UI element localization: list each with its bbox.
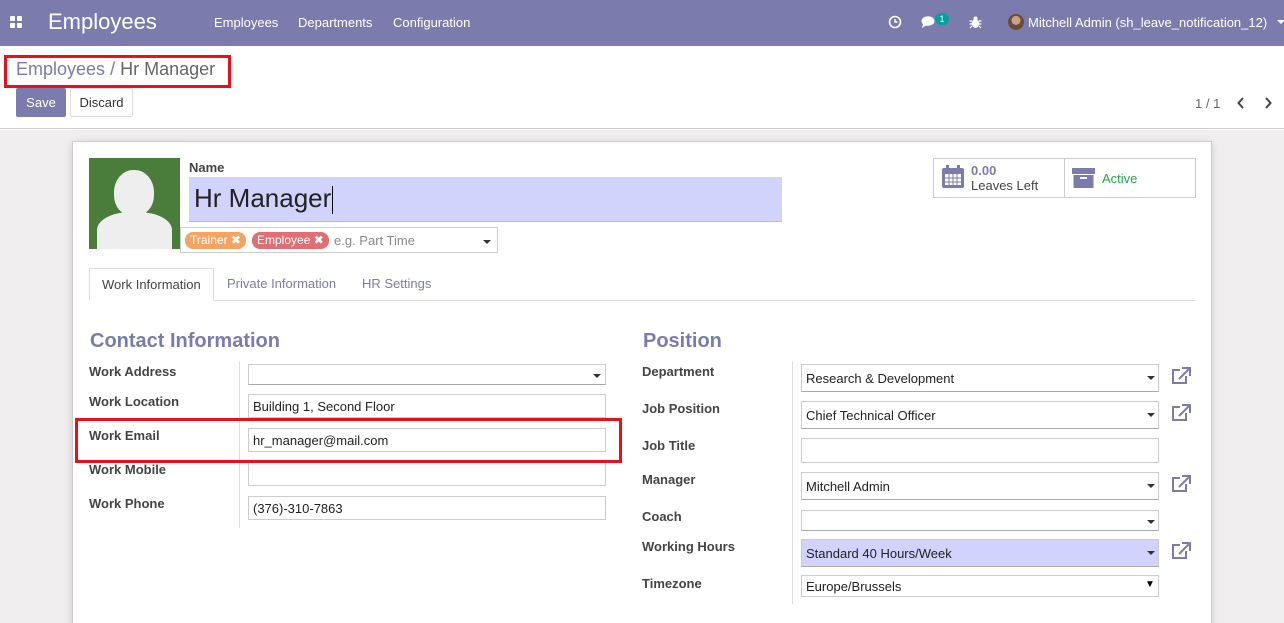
- menu-configuration[interactable]: Configuration: [393, 15, 470, 30]
- work-phone-label: Work Phone: [89, 496, 165, 511]
- top-navbar: Employees Employees Departments Configur…: [0, 0, 1284, 46]
- discard-button[interactable]: Discard: [70, 88, 133, 117]
- work-mobile-input[interactable]: [248, 462, 606, 486]
- name-label: Name: [189, 160, 225, 175]
- user-menu[interactable]: Mitchell Admin (sh_leave_notification_12…: [1028, 15, 1267, 30]
- user-avatar[interactable]: [1008, 14, 1024, 30]
- work-email-highlight: [75, 418, 622, 463]
- tags-placeholder: e.g. Part Time: [334, 233, 415, 248]
- external-link-icon[interactable]: [1171, 542, 1191, 560]
- tag-trainer: Trainer ✖: [185, 232, 246, 249]
- chevron-down-icon[interactable]: [1147, 484, 1155, 488]
- archive-icon[interactable]: [1072, 168, 1095, 188]
- user-menu-caret-icon[interactable]: [1277, 20, 1284, 24]
- menu-departments[interactable]: Departments: [298, 15, 372, 30]
- position-title: Position: [643, 330, 722, 352]
- manager-label: Manager: [642, 472, 696, 487]
- tags-field[interactable]: Trainer ✖ Employee ✖ e.g. Part Time: [180, 227, 498, 253]
- tab-hr-settings[interactable]: HR Settings: [350, 268, 443, 301]
- external-link-icon[interactable]: [1171, 404, 1191, 422]
- coach-label: Coach: [642, 509, 682, 524]
- work-address-label: Work Address: [89, 364, 177, 379]
- leaves-left-label[interactable]: Leaves Left: [971, 178, 1038, 193]
- tab-work-information[interactable]: Work Information: [89, 268, 214, 301]
- coach-select[interactable]: [801, 510, 1159, 531]
- chevron-down-icon[interactable]: [1147, 376, 1155, 380]
- work-location-input[interactable]: Building 1, Second Floor: [248, 394, 606, 418]
- job-position-label: Job Position: [642, 401, 720, 416]
- chevron-down-icon[interactable]: [1147, 520, 1155, 524]
- tag-label: Employee: [257, 233, 311, 247]
- work-address-select[interactable]: [248, 364, 606, 385]
- remove-tag-icon[interactable]: ✖: [314, 233, 324, 247]
- save-button[interactable]: Save: [16, 88, 66, 117]
- department-select[interactable]: Research & Development: [801, 364, 1159, 392]
- work-mobile-label: Work Mobile: [89, 462, 167, 477]
- name-input[interactable]: Hr Manager: [189, 177, 782, 222]
- job-position-select[interactable]: Chief Technical Officer: [801, 401, 1159, 429]
- remove-tag-icon[interactable]: ✖: [231, 233, 241, 247]
- clock-icon[interactable]: [888, 15, 902, 29]
- bug-icon[interactable]: [969, 15, 982, 29]
- work-location-label: Work Location: [89, 394, 180, 409]
- tab-private-information[interactable]: Private Information: [215, 268, 348, 301]
- contact-information-title: Contact Information: [90, 330, 280, 352]
- active-toggle[interactable]: Active: [1102, 171, 1137, 186]
- pager-value[interactable]: 1 / 1: [1195, 96, 1220, 111]
- name-value: Hr Manager: [194, 183, 332, 213]
- chevron-down-icon[interactable]: [1147, 551, 1155, 555]
- work-phone-input[interactable]: (376)-310-7863: [248, 496, 606, 520]
- working-hours-label: Working Hours: [642, 539, 735, 554]
- select-arrow-icon[interactable]: ▼: [1145, 579, 1155, 590]
- tag-employee: Employee ✖: [252, 232, 329, 249]
- job-title-input[interactable]: [801, 438, 1159, 463]
- label-divider: [792, 362, 793, 604]
- working-hours-select[interactable]: Standard 40 Hours/Week: [801, 539, 1159, 567]
- breadcrumb-highlight: [4, 55, 231, 88]
- job-title-label: Job Title: [642, 438, 696, 453]
- leaves-left-value[interactable]: 0.00: [971, 163, 996, 178]
- department-label: Department: [642, 364, 715, 379]
- employee-photo[interactable]: [89, 158, 180, 249]
- app-title: Employees: [48, 9, 157, 34]
- tag-label: Trainer: [190, 233, 228, 247]
- manager-select[interactable]: Mitchell Admin: [801, 472, 1159, 500]
- timezone-label: Timezone: [642, 576, 702, 591]
- external-link-icon[interactable]: [1171, 475, 1191, 493]
- chevron-left-icon[interactable]: [1236, 96, 1246, 110]
- timezone-select[interactable]: Europe/Brussels: [801, 575, 1159, 597]
- chevron-down-icon[interactable]: [1147, 413, 1155, 417]
- smart-divider: [1064, 158, 1065, 198]
- chevron-down-icon[interactable]: [593, 374, 601, 378]
- external-link-icon[interactable]: [1171, 367, 1191, 385]
- message-count-badge: 1: [935, 13, 949, 25]
- chevron-right-icon[interactable]: [1263, 96, 1273, 110]
- apps-icon[interactable]: [10, 16, 23, 29]
- calendar-icon[interactable]: [941, 165, 965, 189]
- chevron-down-icon[interactable]: [483, 240, 491, 244]
- menu-employees[interactable]: Employees: [214, 15, 278, 30]
